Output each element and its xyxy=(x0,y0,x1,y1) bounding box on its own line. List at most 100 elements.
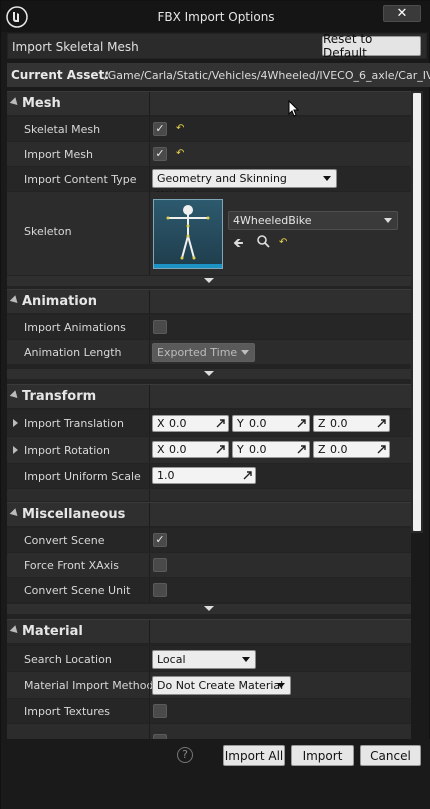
field-value: 0.0 xyxy=(249,417,267,430)
reset-to-default-button[interactable]: Reset to Default xyxy=(322,32,421,60)
collapse-arrow-icon xyxy=(9,97,21,108)
column-divider xyxy=(149,385,150,409)
drag-resize-icon xyxy=(377,445,386,454)
drag-resize-icon xyxy=(377,419,386,428)
prop-convert-scene: Convert Scene ✓ xyxy=(7,528,411,552)
animation-length-dropdown[interactable]: Exported Time xyxy=(152,343,255,362)
rotation-z-field[interactable]: Z 0.0 xyxy=(313,441,390,458)
close-button[interactable]: ✕ xyxy=(383,5,421,22)
category-miscellaneous[interactable]: Miscellaneous xyxy=(7,502,411,527)
translation-x-field[interactable]: X 0.0 xyxy=(152,415,229,432)
force-front-xaxis-checkbox[interactable] xyxy=(153,558,167,572)
field-value: 1.0 xyxy=(157,469,175,482)
axis-label: Y xyxy=(237,417,244,430)
column-divider xyxy=(149,646,150,671)
search-location-dropdown[interactable]: Local xyxy=(152,650,256,669)
category-label: Material xyxy=(22,624,83,639)
category-transform[interactable]: Transform xyxy=(7,384,411,409)
convert-scene-unit-checkbox[interactable] xyxy=(153,583,167,597)
skeleton-thumbnail[interactable] xyxy=(153,199,223,269)
expand-right-icon[interactable] xyxy=(13,419,18,427)
fbx-import-window: FBX Import Options ✕ Import Skeletal Mes… xyxy=(0,0,430,809)
column-divider xyxy=(149,578,150,602)
prop-label: Skeletal Mesh xyxy=(24,123,101,136)
translation-z-field[interactable]: Z 0.0 xyxy=(313,415,390,432)
rotation-x-field[interactable]: X 0.0 xyxy=(152,441,229,458)
import-all-button[interactable]: Import All xyxy=(223,745,285,766)
prop-label: Animation Length xyxy=(24,346,122,359)
prop-convert-scene-unit: Convert Scene Unit xyxy=(7,578,411,602)
drag-resize-icon xyxy=(243,471,252,480)
cancel-button[interactable]: Cancel xyxy=(360,745,421,766)
reset-arrow-icon[interactable]: ↶ xyxy=(176,123,184,134)
dialog-header: Import Skeletal Mesh Reset to Default xyxy=(7,32,427,60)
category-material[interactable]: Material xyxy=(7,619,411,644)
prop-label: Convert Scene Unit xyxy=(24,584,131,597)
collapse-arrow-icon xyxy=(9,508,21,519)
column-divider xyxy=(149,724,150,739)
field-value: 0.0 xyxy=(169,443,187,456)
column-divider xyxy=(149,620,150,644)
column-divider xyxy=(149,672,150,698)
dropdown-value: Exported Time xyxy=(157,346,238,359)
prop-import-content-type: Import Content Type Geometry and Skinnin… xyxy=(7,167,411,202)
uniform-scale-field[interactable]: 1.0 xyxy=(152,467,256,484)
close-icon: ✕ xyxy=(396,6,408,21)
browse-search-icon[interactable] xyxy=(256,234,270,252)
material-import-method-dropdown[interactable]: Do Not Create Material xyxy=(152,676,291,695)
spacer-row xyxy=(7,489,411,501)
translation-y-field[interactable]: Y 0.0 xyxy=(232,415,310,432)
prop-label: Skeleton xyxy=(24,225,72,238)
import-mesh-checkbox[interactable]: ✓ xyxy=(153,147,167,161)
prop-label: Import Rotation xyxy=(24,444,111,457)
window-title: FBX Import Options xyxy=(157,10,275,24)
prop-label: Force Front XAxis xyxy=(24,559,119,572)
chevron-down-icon xyxy=(323,176,331,181)
column-divider xyxy=(149,340,150,364)
import-content-type-dropdown[interactable]: Geometry and Skinning Weights. xyxy=(152,169,337,202)
import-button[interactable]: Import xyxy=(291,745,354,766)
prop-label: Search Location xyxy=(24,653,112,666)
reset-arrow-icon[interactable]: ↶ xyxy=(176,148,184,159)
prop-label: Import Animations xyxy=(24,321,126,334)
category-mesh[interactable]: Mesh xyxy=(7,91,411,116)
header-title: Import Skeletal Mesh xyxy=(12,40,139,54)
skeleton-asset-picker[interactable]: 4WheeledBike xyxy=(228,211,398,230)
prop-import-mesh: Import Mesh ✓ ↶ xyxy=(7,142,411,166)
use-selected-asset-icon[interactable]: 🡸 xyxy=(233,234,244,256)
drag-resize-icon xyxy=(216,419,225,428)
prop-animation-length: Animation Length Exported Time xyxy=(7,340,411,364)
category-animation[interactable]: Animation xyxy=(7,289,411,314)
prop-import-rotation: Import Rotation X 0.0 Y 0.0 Z 0.0 xyxy=(7,437,411,463)
prop-search-location: Search Location Local xyxy=(7,646,411,671)
column-divider xyxy=(149,437,150,463)
rotation-y-field[interactable]: Y 0.0 xyxy=(232,441,310,458)
column-divider xyxy=(149,192,150,275)
expand-down-icon xyxy=(204,371,214,376)
prop-partial-row xyxy=(7,724,411,739)
prop-force-front-xaxis: Force Front XAxis xyxy=(7,553,411,577)
field-value: 0.0 xyxy=(330,443,348,456)
scrollbar-thumb[interactable] xyxy=(413,93,421,531)
advanced-expander-animation[interactable] xyxy=(7,369,411,379)
help-icon[interactable]: ? xyxy=(177,747,193,763)
skeletal-mesh-checkbox[interactable]: ✓ xyxy=(153,122,167,136)
mouse-cursor-icon xyxy=(288,100,300,117)
title-bar[interactable]: FBX Import Options ✕ xyxy=(1,1,430,32)
reset-arrow-icon[interactable]: ↶ xyxy=(279,237,287,248)
details-scrollbar[interactable] xyxy=(411,91,423,533)
field-value: 0.0 xyxy=(169,417,187,430)
advanced-expander-misc[interactable] xyxy=(7,604,411,614)
column-divider xyxy=(149,142,150,166)
expand-right-icon[interactable] xyxy=(13,446,18,454)
chevron-down-icon xyxy=(277,683,285,688)
import-textures-checkbox[interactable] xyxy=(153,704,167,718)
convert-scene-checkbox[interactable]: ✓ xyxy=(153,533,167,547)
collapse-arrow-icon xyxy=(9,295,21,306)
prop-import-animations: Import Animations xyxy=(7,315,411,339)
prop-import-translation: Import Translation X 0.0 Y 0.0 Z 0.0 xyxy=(7,410,411,436)
drag-resize-icon xyxy=(297,445,306,454)
column-divider xyxy=(149,92,150,116)
advanced-expander-mesh[interactable] xyxy=(7,276,411,286)
import-animations-checkbox[interactable] xyxy=(153,320,167,334)
